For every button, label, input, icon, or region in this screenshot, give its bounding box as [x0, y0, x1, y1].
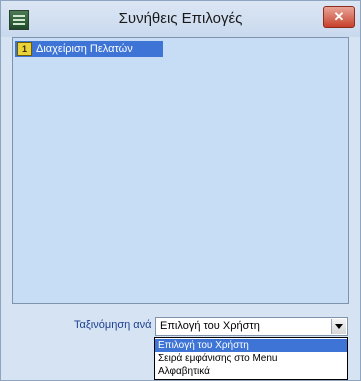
sort-by-label: Ταξινόμηση ανά: [74, 319, 152, 331]
dropdown-option-alphabetical[interactable]: Αλφαβητικά: [155, 365, 347, 378]
title-bar[interactable]: Συνήθεις Επιλογές ✕: [1, 1, 360, 37]
window-title: Συνήθεις Επιλογές: [118, 10, 243, 27]
sort-by-select[interactable]: Επιλογή του Χρήστη: [155, 317, 348, 336]
sort-by-value: Επιλογή του Χρήστη: [160, 320, 260, 332]
dropdown-option-user-choice[interactable]: Επιλογή του Χρήστη: [155, 339, 347, 352]
close-button[interactable]: ✕: [323, 6, 355, 28]
dialog-window: Συνήθεις Επιλογές ✕ 1 Διαχείριση Πελατών…: [0, 0, 361, 381]
favorites-list[interactable]: 1 Διαχείριση Πελατών: [12, 37, 349, 304]
list-item-label: Διαχείριση Πελατών: [36, 43, 133, 55]
star-icon: 1: [17, 42, 32, 56]
list-item-customer-management[interactable]: 1 Διαχείριση Πελατών: [15, 41, 163, 57]
sort-by-dropdown[interactable]: Επιλογή του Χρήστη Σειρά εμφάνισης στο M…: [154, 337, 348, 380]
chevron-down-icon[interactable]: [331, 319, 346, 334]
dropdown-option-menu-order[interactable]: Σειρά εμφάνισης στο Menu: [155, 352, 347, 365]
